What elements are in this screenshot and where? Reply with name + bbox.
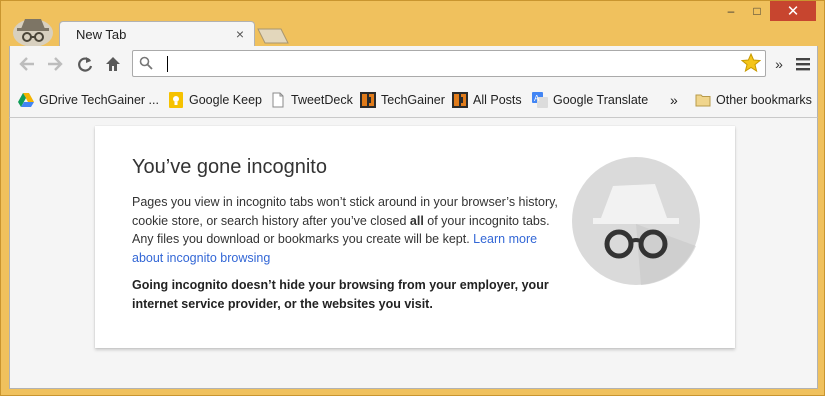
description-bold: all: [409, 213, 424, 228]
page-title: You’ve gone incognito: [132, 156, 327, 178]
window-controls: – □ ✕: [718, 1, 816, 21]
reload-icon[interactable]: [74, 53, 96, 75]
techgainer-icon: [452, 92, 468, 108]
bookmark-google-translate[interactable]: A Google Translate: [532, 91, 648, 109]
tab-close-icon[interactable]: ×: [236, 26, 244, 42]
bookmark-all-posts[interactable]: All Posts: [452, 91, 522, 109]
google-keep-icon: [168, 92, 184, 108]
browser-window: New Tab × – □ ✕ » GDrive TechGainer ... …: [0, 0, 825, 396]
bookmark-star-icon[interactable]: [740, 52, 762, 78]
bookmark-tweetdeck[interactable]: TweetDeck: [270, 91, 353, 109]
bookmark-google-keep[interactable]: Google Keep: [168, 91, 262, 109]
home-icon[interactable]: [102, 53, 124, 75]
bookmark-techgainer[interactable]: TechGainer: [360, 91, 445, 109]
google-translate-icon: A: [532, 92, 548, 108]
new-tab-button[interactable]: [257, 28, 289, 44]
incognito-description: Pages you view in incognito tabs won’t s…: [132, 193, 562, 267]
techgainer-icon: [360, 92, 376, 108]
search-icon: [139, 56, 153, 75]
tab-title: New Tab: [76, 27, 127, 42]
page-icon: [270, 92, 286, 108]
close-button[interactable]: ✕: [770, 1, 816, 21]
minimize-button[interactable]: –: [718, 1, 744, 21]
folder-icon: [695, 92, 711, 108]
bookmarks-overflow-icon[interactable]: »: [670, 91, 678, 109]
bookmark-label: GDrive TechGainer ...: [39, 93, 159, 107]
bookmark-label: Google Translate: [553, 93, 649, 107]
menu-icon[interactable]: [792, 53, 814, 75]
bookmarks-bar: GDrive TechGainer ... Google Keep TweetD…: [9, 82, 818, 118]
bookmark-gdrive[interactable]: GDrive TechGainer ...: [18, 91, 159, 109]
bookmark-label: Google Keep: [189, 93, 262, 107]
svg-text:A: A: [534, 94, 540, 103]
google-drive-icon: [18, 92, 34, 108]
bookmark-label: TweetDeck: [291, 93, 353, 107]
bookmark-label: TechGainer: [381, 93, 445, 107]
incognito-avatar-icon: [11, 15, 55, 47]
incognito-card: You’ve gone incognito Pages you view in …: [95, 126, 735, 348]
maximize-button[interactable]: □: [744, 1, 770, 21]
bookmark-label: Other bookmarks: [716, 93, 812, 107]
page-content: You’ve gone incognito Pages you view in …: [9, 118, 818, 389]
toolbar: »: [9, 46, 818, 82]
forward-arrow-icon[interactable]: [44, 53, 66, 75]
omnibox-input[interactable]: [159, 54, 729, 73]
tab-new-tab[interactable]: New Tab ×: [59, 21, 255, 47]
incognito-warning: Going incognito doesn’t hide your browsi…: [132, 278, 549, 311]
incognito-spy-icon: [571, 156, 701, 286]
back-arrow-icon[interactable]: [16, 53, 38, 75]
bookmark-label: All Posts: [473, 93, 522, 107]
bookmark-other-folder[interactable]: Other bookmarks: [695, 91, 812, 109]
omnibox[interactable]: [132, 50, 766, 77]
extensions-overflow-icon[interactable]: »: [768, 53, 790, 75]
